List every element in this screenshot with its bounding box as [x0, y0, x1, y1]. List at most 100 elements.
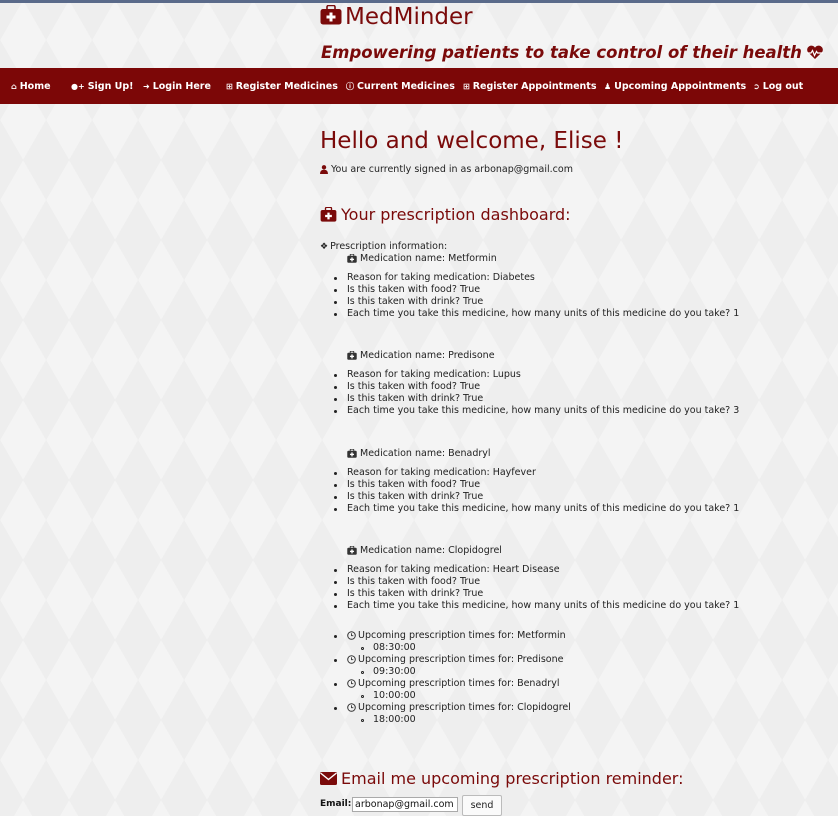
- sub-list-bullet: [361, 695, 364, 698]
- list-bullet: [334, 398, 337, 401]
- medication-detail: Reason for taking medication: Diabetes: [347, 272, 535, 283]
- list-bullet: [334, 484, 337, 487]
- upcoming-time: 18:00:00: [373, 714, 416, 725]
- list-bullet: [334, 569, 337, 572]
- browser-top-strip: [0, 0, 838, 3]
- signed-in-text: You are currently signed in as arbonap@g…: [331, 164, 573, 175]
- upcoming-item: Upcoming prescription times for: Clopido…: [347, 702, 571, 713]
- tagline: Empowering patients to take control of t…: [321, 43, 824, 62]
- medication-name-text: Medication name: Clopidogrel: [360, 545, 502, 556]
- medication-detail: Is this taken with drink? True: [347, 588, 484, 599]
- medication-name: Medication name: Metformin: [347, 253, 497, 264]
- reminder-heading: Email me upcoming prescription reminder:: [320, 769, 684, 788]
- nav-login[interactable]: ➜ Login Here: [143, 68, 211, 104]
- sub-list-bullet: [361, 671, 364, 674]
- nav-log-out-label: Log out: [762, 80, 804, 92]
- list-bullet: [334, 683, 337, 686]
- medication-detail: Is this taken with drink? True: [347, 491, 484, 502]
- list-bullet: [334, 581, 337, 584]
- logout-icon: ➲: [753, 81, 760, 91]
- nav-sign-up-label: Sign Up!: [87, 80, 134, 92]
- list-bullet: [334, 313, 337, 316]
- signed-in-status: You are currently signed in as arbonap@g…: [320, 164, 573, 175]
- list-bullet: [334, 508, 337, 511]
- list-bullet: [334, 386, 337, 389]
- medication-detail: Reason for taking medication: Heart Dise…: [347, 564, 560, 575]
- nav-register-appointments[interactable]: ⊞ Register Appointments: [463, 68, 597, 104]
- medication-name: Medication name: Predisone: [347, 350, 495, 361]
- list-bullet: [334, 289, 337, 292]
- list-bullet: [334, 374, 337, 377]
- list-bullet: [334, 593, 337, 596]
- list-bullet: [334, 410, 337, 413]
- nav-current-medicines-label: Current Medicines: [357, 80, 455, 92]
- nav-sign-up[interactable]: ●+ Sign Up!: [71, 68, 134, 104]
- upcoming-item: Upcoming prescription times for: Metform…: [347, 630, 566, 641]
- medication-name-text: Medication name: Predisone: [360, 350, 495, 361]
- send-button[interactable]: send: [462, 795, 502, 816]
- list-bullet: [334, 707, 337, 710]
- nav-home[interactable]: ⌂ Home: [11, 68, 51, 104]
- medication-name-text: Medication name: Metformin: [360, 253, 497, 264]
- user-icon: [320, 165, 328, 174]
- upcoming-item: Upcoming prescription times for: Benadry…: [347, 678, 559, 689]
- prescription-info-text: Prescription information:: [330, 241, 448, 252]
- nav-register-medicines[interactable]: ⊞ Register Medicines: [226, 68, 338, 104]
- list-bullet: [334, 605, 337, 608]
- nav-home-label: Home: [19, 80, 51, 92]
- clock-icon: [347, 679, 356, 688]
- list-bullet: [334, 301, 337, 304]
- upcoming-time: 09:30:00: [373, 666, 416, 677]
- list-bullet: [334, 635, 337, 638]
- medication-detail: Reason for taking medication: Lupus: [347, 369, 521, 380]
- medication-name-text: Medication name: Benadryl: [360, 448, 491, 459]
- dashboard-heading-text: Your prescription dashboard:: [341, 205, 571, 224]
- medication-detail: Each time you take this medicine, how ma…: [347, 405, 740, 416]
- medication-detail: Each time you take this medicine, how ma…: [347, 503, 740, 514]
- medkit-icon: [320, 207, 337, 222]
- medication-name: Medication name: Clopidogrel: [347, 545, 502, 556]
- upcoming-label: Upcoming prescription times for: Clopido…: [358, 702, 571, 713]
- medication-name: Medication name: Benadryl: [347, 448, 491, 459]
- medication-detail: Is this taken with drink? True: [347, 296, 484, 307]
- list-bullet: [334, 496, 337, 499]
- upcoming-label: Upcoming prescription times for: Prediso…: [358, 654, 564, 665]
- prescription-info-label: ❖ Prescription information:: [320, 241, 447, 252]
- main-navbar: ⌂ Home ●+ Sign Up! ➜ Login Here ⊞ Regist…: [0, 68, 838, 104]
- clock-icon: [347, 631, 356, 640]
- email-field[interactable]: [352, 797, 458, 812]
- nav-upcoming-appointments[interactable]: ♟ Upcoming Appointments: [604, 68, 746, 104]
- main-content: Hello and welcome, Elise ! You are curre…: [320, 128, 820, 175]
- nav-register-appointments-label: Register Appointments: [472, 80, 597, 92]
- medication-detail: Each time you take this medicine, how ma…: [347, 308, 740, 319]
- medication-detail: Is this taken with food? True: [347, 576, 481, 587]
- nav-upcoming-appointments-label: Upcoming Appointments: [614, 80, 747, 92]
- upcoming-item: Upcoming prescription times for: Prediso…: [347, 654, 563, 665]
- medication-detail: Is this taken with drink? True: [347, 393, 484, 404]
- medkit-icon: [347, 351, 357, 360]
- reminder-heading-text: Email me upcoming prescription reminder:: [341, 769, 684, 788]
- nav-login-label: Login Here: [152, 80, 211, 92]
- home-icon: ⌂: [11, 81, 17, 91]
- sub-list-bullet: [361, 647, 364, 650]
- brand-logo[interactable]: MedMinder: [320, 4, 473, 30]
- clock-icon: [347, 703, 356, 712]
- plus-square-icon: ⊞: [226, 81, 233, 91]
- medkit-icon: [347, 449, 357, 458]
- upcoming-label: Upcoming prescription times for: Benadry…: [358, 678, 560, 689]
- medkit-icon: [347, 254, 357, 263]
- medication-detail: Reason for taking medication: Hayfever: [347, 467, 536, 478]
- dashboard-heading: Your prescription dashboard:: [320, 205, 571, 224]
- plus-square-icon: ⊞: [463, 81, 470, 91]
- clock-icon: [347, 655, 356, 664]
- nav-log-out[interactable]: ➲ Log out: [753, 68, 803, 104]
- medkit-icon: [320, 4, 342, 29]
- medication-detail: Is this taken with food? True: [347, 479, 481, 490]
- add-user-icon: ●+: [71, 81, 85, 91]
- nav-current-medicines[interactable]: ⓘ Current Medicines: [346, 68, 455, 104]
- list-bullet: [334, 472, 337, 475]
- info-icon: ⓘ: [346, 81, 354, 91]
- list-bullet: [334, 659, 337, 662]
- sub-list-bullet: [361, 719, 364, 722]
- upcoming-time: 08:30:00: [373, 642, 416, 653]
